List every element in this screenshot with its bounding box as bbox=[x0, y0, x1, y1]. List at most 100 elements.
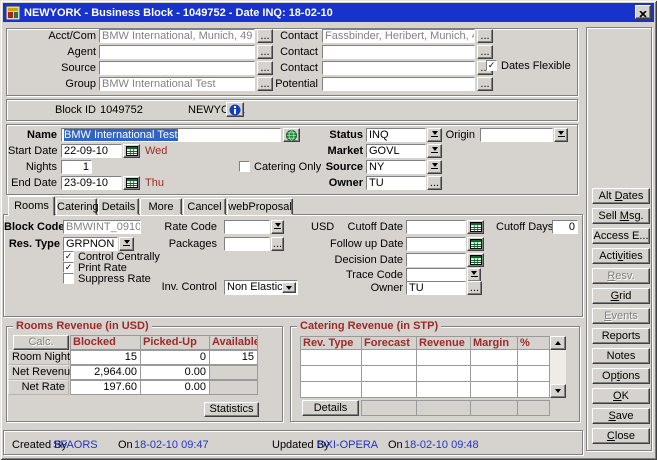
print-rate-checkbox[interactable]: ✓ bbox=[63, 262, 74, 273]
decision-date-calendar-button[interactable] bbox=[467, 253, 484, 267]
options-button[interactable]: Options bbox=[592, 368, 650, 384]
decision-date-field[interactable] bbox=[406, 253, 466, 267]
cutoff-date-field[interactable] bbox=[406, 220, 466, 234]
room-nights-blocked[interactable]: 15 bbox=[70, 350, 141, 365]
source-dd-field[interactable]: NY bbox=[366, 160, 426, 174]
catering-cell[interactable] bbox=[300, 381, 362, 398]
packages-browse-button[interactable]: ... bbox=[271, 237, 284, 251]
close-window-button[interactable] bbox=[635, 5, 651, 19]
catering-cell[interactable] bbox=[517, 349, 550, 366]
name-field[interactable]: BMW International Test bbox=[61, 128, 281, 142]
start-date-calendar-button[interactable] bbox=[123, 144, 140, 158]
contact-3-field[interactable] bbox=[322, 61, 475, 75]
rate-code-lov-button[interactable] bbox=[271, 220, 284, 234]
scroll-down-button[interactable] bbox=[550, 384, 566, 398]
suppress-rate-checkbox[interactable] bbox=[63, 273, 74, 284]
tab-details[interactable]: Details bbox=[98, 198, 139, 215]
res-type-lov-button[interactable] bbox=[119, 237, 134, 251]
tab-more[interactable]: More bbox=[140, 198, 182, 215]
statistics-button[interactable]: Statistics bbox=[204, 402, 259, 417]
potential-browse-button[interactable]: ... bbox=[477, 77, 493, 91]
resv-button[interactable]: Resv. bbox=[592, 268, 650, 284]
events-button[interactable]: Events bbox=[592, 308, 650, 324]
catering-cell[interactable] bbox=[300, 349, 362, 366]
activities-button[interactable]: Activities bbox=[592, 248, 650, 264]
reports-button[interactable]: Reports bbox=[592, 328, 650, 344]
net-rate-blocked[interactable]: 197.60 bbox=[70, 380, 141, 395]
owner-browse-button[interactable]: ... bbox=[427, 176, 442, 190]
ok-button[interactable]: OK bbox=[592, 388, 650, 404]
nights-field[interactable]: 1 bbox=[61, 160, 92, 174]
tab-rooms[interactable]: Rooms bbox=[8, 196, 55, 216]
catering-cell[interactable] bbox=[517, 365, 550, 382]
block-code-field[interactable]: BMWINT_0910 bbox=[63, 220, 141, 234]
tab-owner-field[interactable]: TU bbox=[406, 281, 466, 295]
start-date-field[interactable]: 22-09-10 bbox=[61, 144, 122, 158]
end-date-calendar-button[interactable] bbox=[123, 176, 140, 190]
net-rate-picked-up[interactable]: 0.00 bbox=[140, 380, 210, 395]
notes-button[interactable]: Notes bbox=[592, 348, 650, 364]
access-e-button[interactable]: Access E... bbox=[592, 228, 650, 244]
market-lov-button[interactable] bbox=[427, 144, 442, 158]
details-button[interactable]: Details bbox=[302, 400, 359, 416]
tab-cancel[interactable]: Cancel bbox=[183, 198, 226, 215]
group-field[interactable]: BMW International Test bbox=[99, 77, 255, 91]
tab-catering[interactable]: Catering bbox=[56, 198, 97, 215]
catering-cell[interactable] bbox=[470, 349, 518, 366]
owner-field[interactable]: TU bbox=[366, 176, 426, 190]
sell-msg-button[interactable]: Sell Msg. bbox=[592, 208, 650, 224]
net-revenue-picked-up[interactable]: 0.00 bbox=[140, 365, 210, 380]
combo-dropdown-button[interactable] bbox=[282, 282, 296, 293]
catering-cell[interactable] bbox=[300, 365, 362, 382]
follow-up-date-calendar-button[interactable] bbox=[467, 237, 484, 251]
agent-field[interactable] bbox=[99, 45, 255, 59]
contact-1-browse-button[interactable]: ... bbox=[477, 29, 493, 43]
scroll-up-button[interactable] bbox=[550, 336, 566, 350]
res-type-field[interactable]: GRPNON bbox=[63, 237, 118, 251]
tab-owner-browse-button[interactable]: ... bbox=[467, 281, 482, 295]
dates-flexible-checkbox[interactable]: ✓ bbox=[486, 60, 497, 71]
alt-dates-button[interactable]: Alt Dates bbox=[592, 188, 650, 204]
grid-button[interactable]: Grid bbox=[592, 288, 650, 304]
inv-control-combo[interactable]: Non Elastic bbox=[224, 280, 298, 295]
room-nights-available[interactable]: 15 bbox=[209, 350, 258, 365]
follow-up-date-field[interactable] bbox=[406, 237, 466, 251]
name-translate-button[interactable] bbox=[283, 128, 300, 142]
catering-cell[interactable] bbox=[470, 381, 518, 398]
close-button[interactable]: Close bbox=[592, 428, 650, 444]
calc-button[interactable]: Calc. bbox=[13, 335, 69, 350]
market-field[interactable]: GOVL bbox=[366, 144, 426, 158]
property-info-button[interactable] bbox=[226, 102, 244, 117]
origin-lov-button[interactable] bbox=[554, 128, 568, 142]
trace-code-lov-button[interactable] bbox=[467, 268, 481, 282]
end-date-field[interactable]: 23-09-10 bbox=[61, 176, 122, 190]
trace-code-field[interactable] bbox=[406, 268, 466, 282]
catering-only-checkbox[interactable] bbox=[239, 161, 250, 172]
catering-cell[interactable] bbox=[361, 381, 417, 398]
catering-cell[interactable] bbox=[361, 349, 417, 366]
catering-cell[interactable] bbox=[416, 381, 471, 398]
catering-cell[interactable] bbox=[517, 381, 550, 398]
contact-2-browse-button[interactable]: ... bbox=[477, 45, 493, 59]
cutoff-days-field[interactable]: 0 bbox=[552, 220, 578, 234]
potential-field[interactable] bbox=[322, 77, 475, 91]
cutoff-date-calendar-button[interactable] bbox=[467, 220, 484, 234]
catering-cell[interactable] bbox=[361, 365, 417, 382]
source-lov-button[interactable] bbox=[427, 160, 442, 174]
catering-cell[interactable] bbox=[416, 349, 471, 366]
control-centrally-checkbox[interactable]: ✓ bbox=[63, 251, 74, 262]
catering-cell[interactable] bbox=[470, 365, 518, 382]
save-button[interactable]: Save bbox=[592, 408, 650, 424]
contact-1-field[interactable]: Fassbinder, Heribert, Munich, 49 8 125 bbox=[322, 29, 475, 43]
net-revenue-blocked[interactable]: 2,964.00 bbox=[70, 365, 141, 380]
packages-field[interactable] bbox=[224, 237, 270, 251]
origin-field[interactable] bbox=[480, 128, 553, 142]
contact-2-field[interactable] bbox=[322, 45, 475, 59]
rate-code-field[interactable] bbox=[224, 220, 270, 234]
tab-webproposal[interactable]: webProposal bbox=[227, 198, 293, 215]
acct-com-field[interactable]: BMW International, Munich, 49 8 215 6 bbox=[99, 29, 255, 43]
catering-cell[interactable] bbox=[416, 365, 471, 382]
status-field[interactable]: INQ bbox=[366, 128, 426, 142]
room-nights-picked-up[interactable]: 0 bbox=[140, 350, 210, 365]
source-field[interactable] bbox=[99, 61, 255, 75]
